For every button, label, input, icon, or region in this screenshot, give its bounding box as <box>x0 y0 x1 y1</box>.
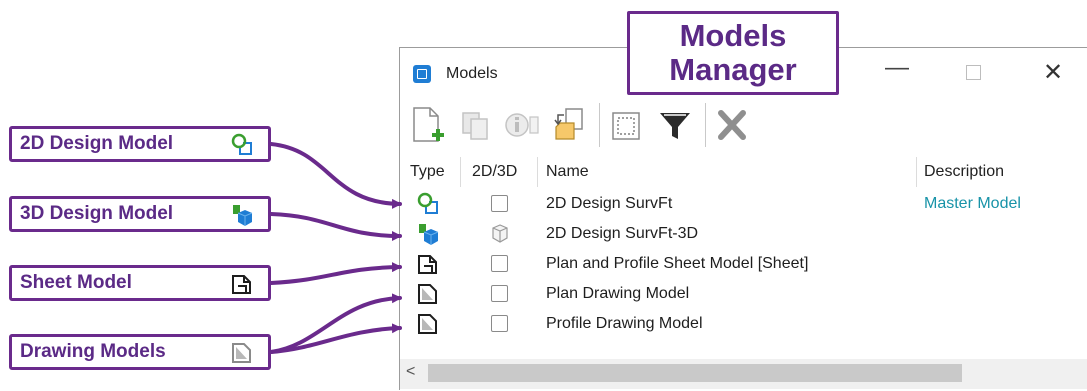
filter-icon[interactable] <box>656 105 694 145</box>
close-button[interactable]: ✕ <box>1043 58 1063 87</box>
2d-indicator-checkbox <box>491 285 508 302</box>
legend-drawing-models: Drawing Models <box>9 334 271 370</box>
sheet-model-icon <box>230 272 254 296</box>
model-name: Plan and Profile Sheet Model [Sheet] <box>546 255 809 272</box>
model-name: Plan Drawing Model <box>546 285 690 302</box>
legend-3d-design-model: 3D Design Model <box>9 196 271 232</box>
models-manager-callout: Models Manager <box>627 11 839 95</box>
select-all-icon[interactable] <box>607 105 645 145</box>
sheet-model-icon <box>416 252 440 276</box>
legend-2d-design-model: 2D Design Model <box>9 126 271 162</box>
legend-label: Drawing Models <box>20 341 166 362</box>
column-divider[interactable] <box>537 157 538 187</box>
scrollbar-thumb[interactable] <box>428 364 962 382</box>
table-row[interactable]: 2D Design SurvFt-3D <box>400 219 1087 249</box>
column-divider[interactable] <box>916 157 917 187</box>
3d-design-model-icon <box>230 203 254 227</box>
table-row[interactable]: Plan Drawing Model <box>400 279 1087 309</box>
import-model-icon[interactable] <box>550 105 588 145</box>
connector-sheet <box>269 262 402 285</box>
3d-indicator-icon <box>490 222 514 246</box>
minimize-button[interactable]: — <box>885 54 909 82</box>
connector-2d-design <box>269 142 402 209</box>
2d-design-model-icon <box>416 192 440 216</box>
legend-label: 2D Design Model <box>20 133 174 154</box>
table-row[interactable]: Plan and Profile Sheet Model [Sheet] <box>400 249 1087 279</box>
delete-icon[interactable] <box>713 105 751 145</box>
callout-line-1: Models <box>679 18 787 53</box>
3d-design-model-icon <box>416 222 440 246</box>
legend-sheet-model: Sheet Model <box>9 265 271 301</box>
table-row[interactable]: Profile Drawing Model <box>400 309 1087 339</box>
drawing-model-icon <box>416 282 440 306</box>
models-dialog: Models — ✕ Type 2D/3D Name Description 2… <box>399 47 1087 390</box>
models-app-icon <box>413 65 431 83</box>
2d-design-model-icon <box>230 133 254 157</box>
copy-model-icon[interactable] <box>457 105 495 145</box>
model-description: Master Model <box>924 195 1021 212</box>
2d-indicator-checkbox <box>491 255 508 272</box>
2d-indicator-checkbox <box>491 195 508 212</box>
column-header-description[interactable]: Description <box>924 155 1004 189</box>
scroll-left-arrow[interactable]: < <box>406 363 415 381</box>
drawing-model-icon <box>230 341 254 365</box>
column-header-name[interactable]: Name <box>546 155 589 189</box>
window-title: Models <box>446 65 498 82</box>
connector-drawing-2 <box>269 323 402 354</box>
table-row[interactable]: 2D Design SurvFt Master Model <box>400 189 1087 219</box>
legend-label: Sheet Model <box>20 272 132 293</box>
toolbar-separator <box>705 103 706 147</box>
connector-3d-design <box>269 212 402 241</box>
connector-drawing-1 <box>269 293 402 354</box>
model-name: 2D Design SurvFt-3D <box>546 225 699 242</box>
toolbar <box>400 97 1087 155</box>
maximize-button[interactable] <box>966 65 981 80</box>
legend-label: 3D Design Model <box>20 203 174 224</box>
toolbar-separator <box>599 103 600 147</box>
drawing-model-icon <box>416 312 440 336</box>
model-name: Profile Drawing Model <box>546 315 703 332</box>
model-properties-icon[interactable] <box>503 105 541 145</box>
2d-indicator-checkbox <box>491 315 508 332</box>
models-table: Type 2D/3D Name Description 2D Design Su… <box>400 155 1087 391</box>
column-divider[interactable] <box>460 157 461 187</box>
new-model-icon[interactable] <box>408 105 446 145</box>
column-header-2d3d[interactable]: 2D/3D <box>472 155 517 189</box>
column-header-type[interactable]: Type <box>410 155 445 189</box>
model-name: 2D Design SurvFt <box>546 195 673 212</box>
horizontal-scrollbar[interactable]: < <box>400 359 1087 389</box>
callout-line-2: Manager <box>669 52 797 87</box>
